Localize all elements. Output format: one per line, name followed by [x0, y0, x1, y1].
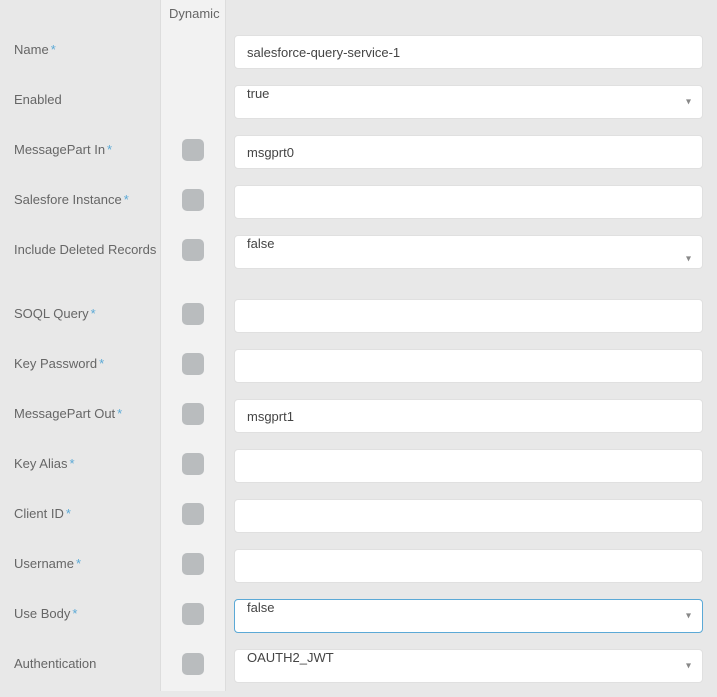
- dynamic-toggle-usebody[interactable]: [182, 603, 204, 625]
- header-label: [0, 0, 160, 27]
- dynamic-toggle-msgin[interactable]: [182, 139, 204, 161]
- form-container: Dynamic Name* Enabled true ▾ MessagePart…: [0, 0, 717, 691]
- dynamic-toggle-keyalias[interactable]: [182, 453, 204, 475]
- field-label-enabled: Enabled: [0, 77, 160, 123]
- keyalias-input[interactable]: [234, 449, 703, 483]
- field-label-clientid: Client ID*: [0, 491, 160, 537]
- auth-select[interactable]: OAUTH2_JWT: [234, 649, 703, 683]
- field-label-msgin: MessagePart In*: [0, 127, 160, 173]
- field-label-name: Name*: [0, 27, 160, 73]
- msgin-input[interactable]: [234, 135, 703, 169]
- field-label-includedeleted: Include Deleted Records: [0, 227, 160, 291]
- dynamic-toggle-auth[interactable]: [182, 653, 204, 675]
- field-label-usebody: Use Body*: [0, 591, 160, 637]
- dynamic-toggle-soql[interactable]: [182, 303, 204, 325]
- field-label-keypassword: Key Password*: [0, 341, 160, 387]
- includedeleted-select[interactable]: false: [234, 235, 703, 269]
- dynamic-toggle-sfinstance[interactable]: [182, 189, 204, 211]
- sfinstance-input[interactable]: [234, 185, 703, 219]
- dynamic-cell-enabled: [160, 77, 226, 127]
- field-label-auth: Authentication: [0, 641, 160, 687]
- clientid-input[interactable]: [234, 499, 703, 533]
- field-label-soql: SOQL Query*: [0, 291, 160, 337]
- field-label-msgout: MessagePart Out*: [0, 391, 160, 437]
- field-label-sfinstance: Salesfore Instance*: [0, 177, 160, 223]
- msgout-input[interactable]: [234, 399, 703, 433]
- keypassword-input[interactable]: [234, 349, 703, 383]
- enabled-select[interactable]: true: [234, 85, 703, 119]
- usebody-select[interactable]: false: [234, 599, 703, 633]
- dynamic-toggle-msgout[interactable]: [182, 403, 204, 425]
- header-dynamic: Dynamic: [160, 0, 226, 27]
- dynamic-toggle-includedeleted[interactable]: [182, 239, 204, 261]
- field-label-keyalias: Key Alias*: [0, 441, 160, 487]
- soql-input[interactable]: [234, 299, 703, 333]
- username-input[interactable]: [234, 549, 703, 583]
- header-input: [226, 0, 703, 27]
- name-input[interactable]: [234, 35, 703, 69]
- dynamic-toggle-username[interactable]: [182, 553, 204, 575]
- dynamic-toggle-keypassword[interactable]: [182, 353, 204, 375]
- dynamic-toggle-clientid[interactable]: [182, 503, 204, 525]
- dynamic-cell-name: [160, 27, 226, 77]
- field-label-username: Username*: [0, 541, 160, 587]
